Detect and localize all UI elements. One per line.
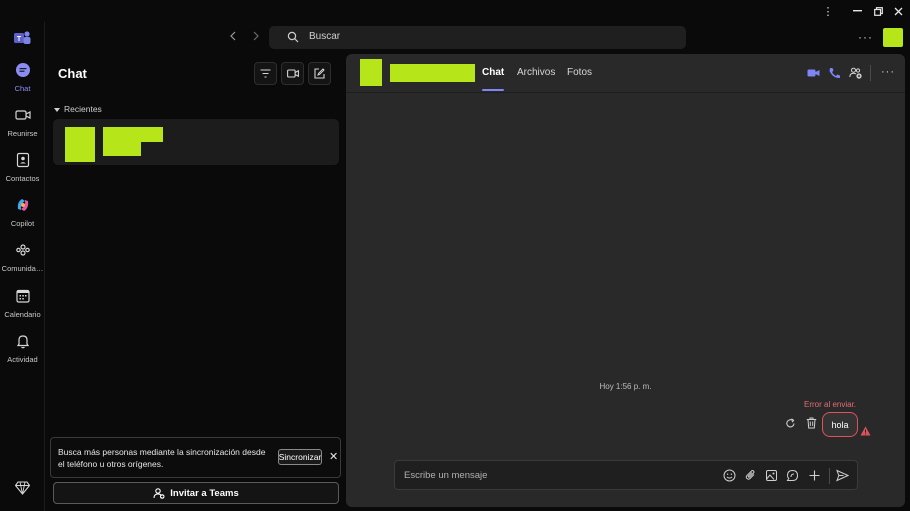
rail-item-actividad[interactable]: Actividad	[0, 333, 45, 373]
user-avatar[interactable]	[883, 28, 903, 47]
communities-icon	[15, 244, 30, 256]
message-bubble[interactable]: hola	[822, 412, 858, 437]
tab-fotos[interactable]: Fotos	[567, 67, 592, 78]
rail-item-label: Actividad	[7, 355, 38, 364]
message-text: hola	[831, 419, 849, 430]
forward-arrow-icon[interactable]	[249, 30, 263, 44]
message-composer[interactable]: Escribe un mensaje	[394, 460, 858, 490]
chevron-down-icon	[54, 107, 60, 112]
rail-item-comunidades[interactable]: Comunida…	[0, 242, 45, 282]
message-timestamp: Hoy 1:56 p. m.	[599, 382, 652, 391]
redacted-contact-preview	[103, 142, 141, 156]
send-error-text: Error al enviar.	[804, 400, 857, 409]
minimize-button[interactable]	[848, 3, 866, 19]
emoji-icon[interactable]	[723, 469, 736, 482]
chat-list-item[interactable]	[53, 119, 339, 165]
compose-icon	[314, 68, 325, 79]
close-window-button[interactable]	[889, 3, 907, 19]
rail-item-label: Calendario	[4, 310, 41, 319]
conversation-header: Chat Archivos Fotos ···	[346, 54, 905, 93]
attach-icon[interactable]	[744, 469, 757, 482]
teams-logo-icon: T	[14, 31, 31, 44]
invite-to-teams-button[interactable]: Invitar a Teams	[53, 482, 339, 504]
rail-item-label: Chat	[14, 84, 31, 93]
settings-more-icon[interactable]: ···	[858, 30, 873, 44]
invite-button-label: Invitar a Teams	[170, 487, 239, 499]
conversation-panel: Chat Archivos Fotos ··· Hoy 1:56 p. m. E…	[346, 54, 905, 507]
rail-item-chat[interactable]: Chat	[0, 62, 45, 102]
filter-icon	[260, 69, 271, 78]
rail-item-calendario[interactable]: Calendario	[0, 288, 45, 328]
close-icon[interactable]: ✕	[329, 450, 338, 463]
plus-icon[interactable]	[808, 469, 821, 482]
sync-description: Busca más personas mediante la sincroniz…	[58, 447, 266, 469]
composer-divider	[829, 468, 830, 484]
rail-item-label: Comunida…	[1, 264, 44, 273]
rail-item-copilot[interactable]: Copilot	[0, 197, 45, 237]
chat-icon	[15, 63, 30, 77]
header-divider	[870, 65, 871, 81]
phone-call-icon[interactable]	[828, 67, 841, 79]
tab-archivos[interactable]: Archivos	[517, 67, 555, 78]
active-tab-indicator	[482, 89, 504, 91]
bell-icon	[16, 335, 29, 349]
new-chat-button[interactable]	[308, 62, 331, 85]
calendar-icon	[15, 289, 30, 303]
avatar[interactable]	[360, 59, 382, 86]
redacted-contact-name	[103, 127, 163, 142]
more-options-icon[interactable]: ···	[881, 66, 895, 78]
add-person-icon	[153, 487, 165, 499]
people-add-icon[interactable]	[849, 67, 862, 79]
page-title: Chat	[58, 66, 87, 81]
meet-now-button[interactable]	[281, 62, 304, 85]
rail-item-reunirse[interactable]: Reunirse	[0, 107, 45, 147]
svg-text:T: T	[17, 36, 22, 43]
search-bar[interactable]: Buscar	[269, 26, 686, 49]
rail-item-label: Copilot	[10, 219, 35, 228]
video-icon	[14, 110, 31, 120]
image-icon[interactable]	[765, 469, 778, 482]
search-placeholder: Buscar	[309, 31, 341, 42]
warning-icon	[860, 426, 871, 436]
rail-item-label: Contactos	[5, 174, 40, 183]
sync-button[interactable]: Sincronizar	[278, 449, 322, 465]
search-icon	[287, 31, 299, 43]
recent-section-header[interactable]: Recientes	[54, 104, 102, 114]
tab-chat[interactable]: Chat	[482, 67, 504, 78]
restore-button[interactable]	[869, 3, 887, 19]
more-options-icon[interactable]: ⋮	[819, 3, 837, 19]
redacted-conversation-name[interactable]	[390, 64, 475, 82]
diamond-icon[interactable]	[15, 481, 30, 495]
loop-icon[interactable]	[786, 469, 799, 482]
retry-icon[interactable]	[785, 418, 796, 429]
rail-item-label: Reunirse	[7, 129, 38, 138]
composer-placeholder: Escribe un mensaje	[404, 470, 488, 481]
back-arrow-icon[interactable]	[226, 30, 240, 44]
contacts-icon	[16, 152, 29, 168]
video-icon	[286, 69, 299, 78]
video-call-icon[interactable]	[807, 67, 820, 79]
send-icon[interactable]	[836, 469, 849, 482]
filter-button[interactable]	[254, 62, 277, 85]
teams-window: ⋮ T Chat Reunirse Contactos Copilot Comu…	[0, 0, 910, 511]
recent-section-label: Recientes	[64, 104, 102, 114]
app-rail: T Chat Reunirse Contactos Copilot Comuni…	[0, 22, 45, 511]
copilot-icon	[17, 199, 28, 211]
title-bar: ⋮	[0, 0, 910, 22]
avatar	[65, 127, 95, 162]
sync-contacts-card: Busca más personas mediante la sincroniz…	[50, 437, 341, 478]
rail-item-contactos[interactable]: Contactos	[0, 152, 45, 192]
trash-icon[interactable]	[806, 417, 817, 429]
